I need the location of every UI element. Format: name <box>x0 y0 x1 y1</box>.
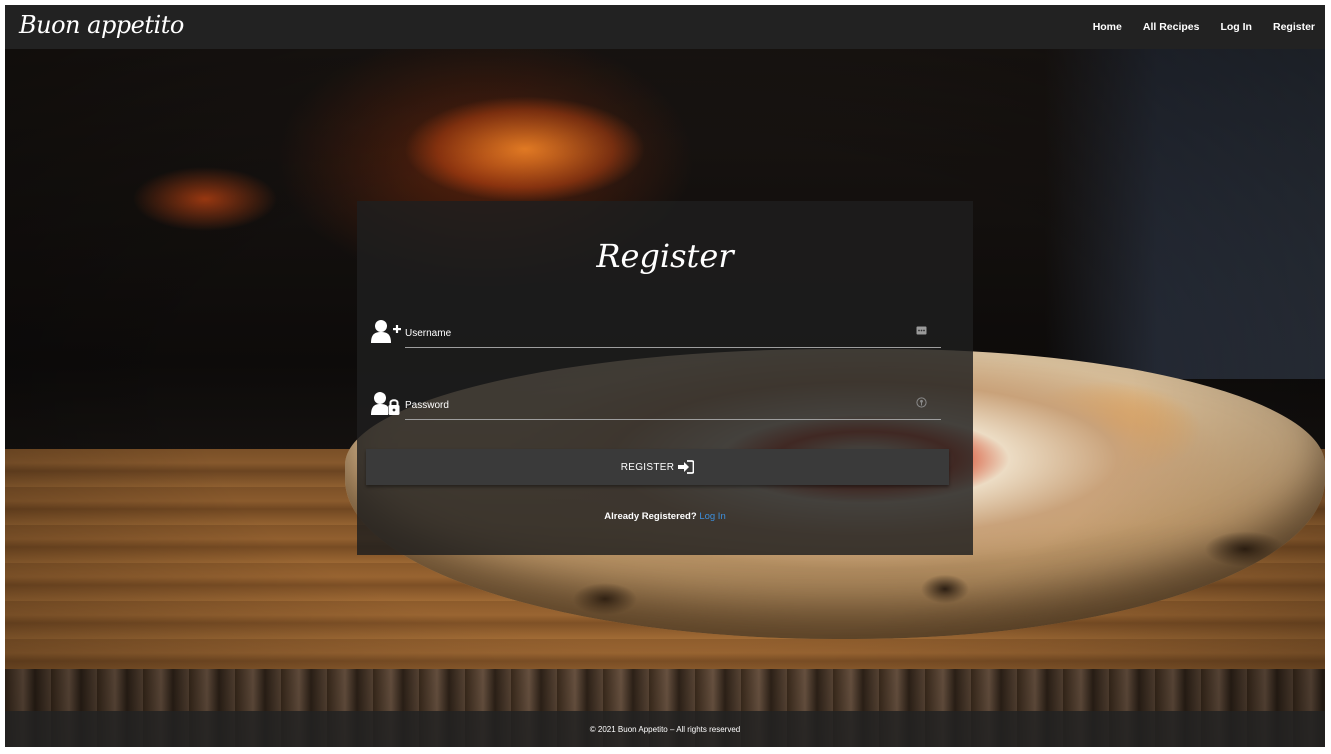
key-icon[interactable] <box>916 395 927 408</box>
register-card: Register Username REGISTER Already Regis… <box>357 201 973 555</box>
username-field <box>371 315 941 351</box>
brand-logo[interactable]: Buon appetito <box>19 11 184 39</box>
nav-link-all-recipes[interactable]: All Recipes <box>1143 21 1200 33</box>
password-manager-icon[interactable] <box>916 323 927 335</box>
user-lock-icon <box>371 391 401 417</box>
username-input[interactable] <box>405 321 941 348</box>
user-plus-icon <box>371 319 401 345</box>
nav-link-register[interactable]: Register <box>1273 21 1315 33</box>
nav-link-log-in[interactable]: Log In <box>1220 21 1252 33</box>
register-button-label: REGISTER <box>620 461 675 473</box>
login-link[interactable]: Log In <box>699 511 725 522</box>
password-input[interactable] <box>405 393 941 420</box>
register-title: Register <box>596 237 734 275</box>
sign-in-icon <box>678 460 695 474</box>
footer: © 2021 Buon Appetito – All rights reserv… <box>5 711 1325 747</box>
nav-links: Home All Recipes Log In Register <box>1072 5 1315 49</box>
nav-link-home[interactable]: Home <box>1093 21 1122 33</box>
password-field <box>371 387 941 423</box>
page-frame: Buon appetito Home All Recipes Log In Re… <box>5 5 1325 747</box>
already-registered-text: Already Registered? <box>604 511 697 522</box>
register-button[interactable]: REGISTER <box>366 449 949 485</box>
already-registered: Already Registered? Log In <box>357 511 973 522</box>
footer-copyright: © 2021 Buon Appetito – All rights reserv… <box>589 724 741 734</box>
navbar: Buon appetito Home All Recipes Log In Re… <box>5 5 1325 49</box>
